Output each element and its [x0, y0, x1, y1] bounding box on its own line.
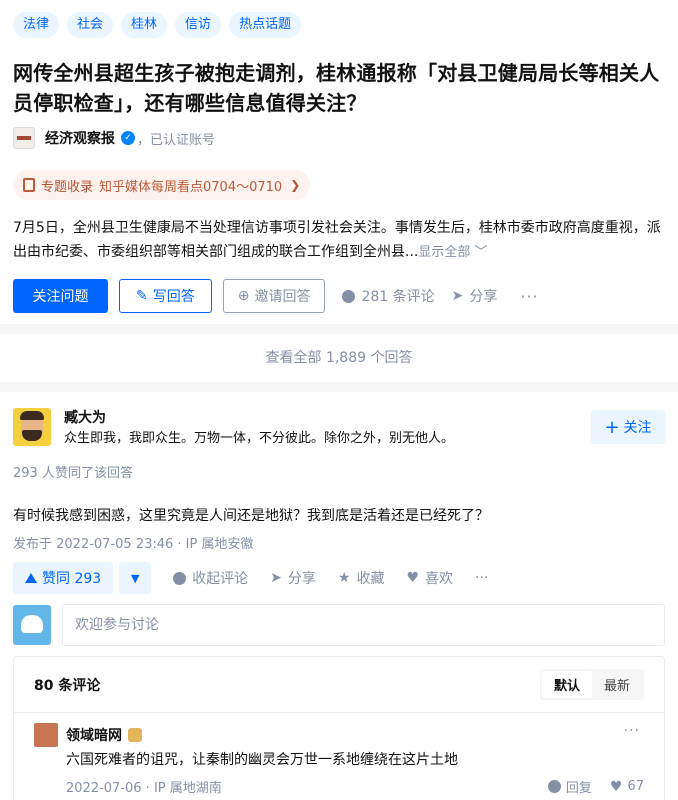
- comment-sort-toggle: 默认 最新: [539, 669, 644, 700]
- chevron-right-icon: ❯: [290, 178, 301, 192]
- question-title[interactable]: 网传全州县超生孩子被抱走调剂，桂林通报称「对县卫健局局长等相关人员停职检查」，还…: [13, 58, 665, 118]
- share-answer-label: 分享: [287, 571, 316, 587]
- question-card: 法律 社会 桂林 信访 热点话题 网传全州县超生孩子被抱走调剂，桂林通报称「对县…: [0, 0, 678, 324]
- write-answer-button[interactable]: ✎ 写回答: [119, 279, 212, 313]
- heart-icon: ♥: [609, 778, 623, 795]
- badge-icon: [128, 728, 142, 742]
- heart-icon: ♥: [406, 570, 420, 586]
- topic-tag[interactable]: 社会: [67, 12, 114, 38]
- more-options-icon[interactable]: ···: [624, 723, 640, 739]
- comment-author-name[interactable]: 领域暗网: [66, 725, 122, 745]
- collapse-comments-label: 收起评论: [192, 571, 249, 587]
- comment-bubble-icon: [342, 289, 356, 303]
- comments-panel: 80 条评论 默认 最新 领域暗网 ··· 六国死难者的诅咒，让秦制的幽灵会万世…: [13, 656, 665, 800]
- answer-actions: 赞同 293 ▼ 收起评论 ➤ 分享 ★ 收藏 ♥ 喜欢 ···: [13, 562, 665, 594]
- comments-count: 80 条评论: [34, 677, 101, 694]
- collection-title: 知乎媒体每周看点0704～0710: [99, 179, 283, 195]
- invite-answer-button[interactable]: ⊕ 邀请回答: [222, 279, 326, 313]
- invite-answer-label: 邀请回答: [254, 289, 311, 305]
- verified-badge-icon: ✓: [121, 131, 135, 145]
- answer-author-name[interactable]: 臧大为: [64, 408, 454, 428]
- collect-button[interactable]: ★ 收藏: [338, 568, 385, 588]
- plus-icon: +: [604, 416, 620, 438]
- collapse-comments-button[interactable]: 收起评论: [173, 568, 248, 588]
- comment-bubble-icon: [547, 780, 561, 793]
- comment-composer: 欢迎参与讨论: [13, 604, 665, 646]
- topic-tag[interactable]: 法律: [13, 12, 60, 38]
- question-author: 经济观察报 ✓ ，已认证账号: [13, 126, 665, 150]
- comments-label: 281 条评论: [361, 289, 435, 305]
- verified-text: ，已认证账号: [137, 132, 216, 148]
- comment-bubble-icon: [173, 571, 187, 585]
- share-label: 分享: [469, 289, 498, 305]
- comment-like-button[interactable]: ♥ 67: [610, 779, 644, 795]
- collection-label: 专题收录: [41, 179, 94, 195]
- comment-text: 六国死难者的诅咒，让秦制的幽灵会万世一系地缠绕在这片土地: [66, 752, 458, 768]
- sort-default-tab[interactable]: 默认: [541, 671, 592, 698]
- upvote-button[interactable]: 赞同 293: [13, 562, 114, 594]
- answer-author: 臧大为 众生即我，我即众生。万物一体，不分彼此。除你之外，别无他人。 + 关注: [13, 408, 665, 450]
- follow-author-button[interactable]: + 关注: [591, 410, 665, 444]
- question-excerpt: 7月5日，全州县卫生健康局不当处理信访事项引发社会关注。事情发生后，桂林市委市政…: [13, 216, 665, 265]
- sort-latest-tab[interactable]: 最新: [592, 671, 642, 698]
- like-button[interactable]: ♥ 喜欢: [406, 568, 453, 588]
- view-all-answers-link[interactable]: 查看全部 1,889 个回答: [0, 334, 678, 382]
- upvote-label: 赞同 293: [42, 571, 102, 587]
- comments-header: 80 条评论 默认 最新: [14, 657, 664, 713]
- answer-card: 臧大为 众生即我，我即众生。万物一体，不分彼此。除你之外，别无他人。 + 关注 …: [0, 392, 678, 800]
- topic-tag[interactable]: 信访: [175, 12, 222, 38]
- comment-item: 领域暗网 ··· 六国死难者的诅咒，让秦制的幽灵会万世一系地缠绕在这片土地 20…: [14, 713, 664, 796]
- share-button[interactable]: ➤ 分享: [452, 286, 498, 306]
- share-icon: ➤: [270, 570, 282, 586]
- comment-footer: 2022-07-06 · IP 属地湖南 回复 ♥ 67: [66, 777, 644, 797]
- star-icon: ★: [337, 570, 351, 586]
- show-all-link[interactable]: 显示全部 ﹀: [418, 245, 487, 260]
- topic-tag[interactable]: 热点话题: [229, 12, 302, 38]
- collect-label: 收藏: [356, 571, 385, 587]
- downvote-button[interactable]: ▼: [119, 562, 152, 594]
- reply-label: 回复: [565, 781, 592, 796]
- reply-button[interactable]: 回复: [547, 777, 592, 796]
- answer-author-bio: 众生即我，我即众生。万物一体，不分彼此。除你之外，别无他人。: [64, 431, 455, 446]
- publisher-name[interactable]: 经济观察报: [45, 128, 115, 148]
- share-icon: ➤: [451, 288, 464, 304]
- more-options-icon[interactable]: ···: [520, 287, 538, 306]
- topic-tags: 法律 社会 桂林 信访 热点话题: [13, 12, 665, 38]
- topic-tag[interactable]: 桂林: [121, 12, 168, 38]
- excerpt-text: 7月5日，全州县卫生健康局不当处理信访事项引发社会关注。事情发生后，桂林市委市政…: [13, 220, 661, 260]
- pencil-icon: ✎: [136, 288, 148, 304]
- comments-button[interactable]: 281 条评论: [342, 286, 435, 306]
- answer-published-time: 发布于 2022-07-05 23:46 · IP 属地安徽: [13, 537, 254, 552]
- avatar[interactable]: [34, 723, 58, 747]
- upvote-summary: 293 人赞同了该回答: [13, 466, 133, 481]
- add-user-icon: ⊕: [237, 288, 250, 304]
- follow-author-label: 关注: [623, 420, 652, 436]
- comment-input[interactable]: 欢迎参与讨论: [62, 604, 665, 646]
- answer-content: 有时候我感到困惑，这里究竟是人间还是地狱？我到底是活着还是已经死了？: [13, 508, 489, 524]
- comment-meta: 2022-07-06 · IP 属地湖南: [66, 781, 222, 796]
- like-label: 喜欢: [425, 571, 454, 587]
- follow-question-button[interactable]: 关注问题: [13, 279, 108, 313]
- comment-like-count: 67: [627, 779, 644, 794]
- avatar: [13, 605, 51, 645]
- publisher-logo-icon[interactable]: [13, 127, 35, 149]
- avatar[interactable]: [13, 408, 51, 446]
- collection-banner[interactable]: 专题收录 知乎媒体每周看点0704～0710 ❯: [13, 170, 311, 200]
- write-answer-label: 写回答: [152, 289, 195, 305]
- more-options-icon[interactable]: ···: [475, 570, 488, 586]
- collection-icon: [23, 178, 35, 192]
- triangle-up-icon: [25, 573, 37, 583]
- triangle-down-icon: ▼: [130, 571, 140, 585]
- share-answer-button[interactable]: ➤ 分享: [270, 568, 316, 588]
- question-actions: 关注问题 ✎ 写回答 ⊕ 邀请回答 281 条评论 ➤ 分享 ···: [13, 279, 665, 313]
